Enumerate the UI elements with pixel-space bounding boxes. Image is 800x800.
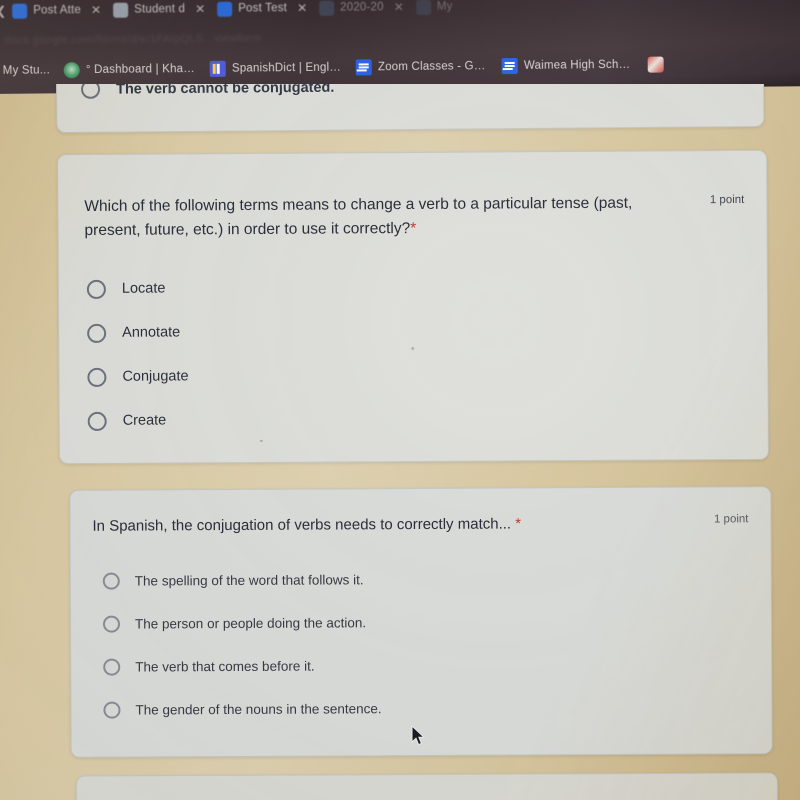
question-1-header: Which of the following terms means to ch… (58, 151, 767, 243)
question-2-points: 1 point (713, 513, 749, 526)
close-icon[interactable]: ✕ (195, 2, 205, 16)
option-row-annotate[interactable]: Annotate (87, 307, 767, 355)
tab-title: Student d (134, 3, 186, 16)
browser-tab[interactable]: Post Atte ✕ (6, 0, 107, 24)
option-label: Locate (121, 280, 166, 297)
radio-button-icon[interactable] (102, 572, 120, 590)
browser-tab[interactable]: Student d ✕ (107, 0, 211, 23)
option-label: Annotate (122, 324, 181, 341)
radio-button-icon[interactable] (87, 411, 107, 431)
question-1-options: Locate Annotate Conjugate Create (59, 239, 768, 443)
radio-button-icon[interactable] (103, 701, 121, 719)
option-row-verb-before[interactable]: The verb that comes before it. (103, 642, 771, 688)
question-card-1: Which of the following terms means to ch… (57, 149, 769, 465)
image-icon (217, 1, 233, 17)
bookmark-label: Zoom Classes - Go... (377, 60, 488, 74)
video-camera-icon (12, 3, 28, 19)
question-1-text: Which of the following terms means to ch… (84, 191, 684, 243)
bookmark-label: SpanishDict | Engli... (231, 61, 342, 75)
question-2-text: In Spanish, the conjugation of verbs nee… (92, 512, 521, 537)
browser-tab[interactable]: 2020-20 ✕ (313, 0, 410, 21)
radio-button-icon[interactable] (102, 615, 121, 633)
required-marker: * (515, 515, 522, 533)
question-2-header: In Spanish, the conjugation of verbs nee… (70, 487, 770, 538)
option-label: Conjugate (122, 368, 189, 385)
google-docs-icon (355, 59, 372, 76)
tab-title: 2020-20 (340, 1, 384, 14)
option-row-create[interactable]: Create (87, 395, 768, 443)
question-1-points: 1 point (709, 193, 745, 207)
question-1-prompt: Which of the following terms means to ch… (84, 194, 633, 240)
option-row-person[interactable]: The person or people doing the action. (102, 599, 771, 645)
bookmark-item-red-pen[interactable] (647, 56, 664, 73)
generic-icon (415, 0, 431, 15)
close-icon[interactable]: ✕ (297, 1, 307, 15)
bookmark-item-waimea-high-school[interactable]: Waimea High Scho... (501, 57, 634, 75)
option-label: The spelling of the word that follows it… (134, 572, 364, 589)
google-docs-icon (501, 57, 518, 75)
question-2-prompt: In Spanish, the conjugation of verbs nee… (92, 515, 512, 535)
option-label: The verb that comes before it. (135, 658, 315, 675)
option-label: Create (122, 412, 167, 429)
radio-button-icon[interactable] (86, 279, 106, 299)
khan-academy-icon (63, 62, 81, 79)
option-label: The person or people doing the action. (134, 615, 367, 632)
option-row-spelling[interactable]: The spelling of the word that follows it… (102, 556, 771, 602)
question-card-2: In Spanish, the conjugation of verbs nee… (69, 486, 773, 758)
question-card-previous: The verb cannot be conjugated. (55, 84, 765, 134)
option-row-locate[interactable]: Locate (86, 263, 767, 311)
photographed-screen: ❮ Post Atte ✕ Student d ✕ Post Test ✕ 20… (0, 0, 800, 800)
chart-icon (113, 2, 129, 18)
option-row-conjugate[interactable]: Conjugate (87, 351, 767, 399)
browser-tab[interactable]: Post Test ✕ (211, 0, 313, 22)
radio-button-icon[interactable] (87, 367, 107, 387)
question-card-3: of Spanish, the present tense? (not (75, 772, 779, 800)
browser-tab[interactable]: My (410, 0, 459, 20)
option-row-gender[interactable]: The gender of the nouns in the sentence. (103, 685, 771, 731)
bookmark-label: Waimea High Scho... (523, 58, 634, 72)
close-icon[interactable]: ✕ (91, 3, 101, 17)
bookmark-item[interactable]: ard - My Stu... (0, 64, 50, 77)
option-row[interactable]: The verb cannot be conjugated. (80, 84, 335, 99)
radio-button-icon[interactable] (87, 323, 107, 343)
tab-title: Post Atte (33, 4, 82, 17)
required-marker: * (410, 219, 417, 238)
question-3-text: of Spanish, the present tense? (not (77, 773, 777, 800)
radio-button-icon[interactable] (80, 84, 101, 99)
option-label: The verb cannot be conjugated. (115, 84, 335, 98)
bookmark-item-spanishdict[interactable]: SpanishDict | Engli... (209, 60, 342, 77)
tab-title: My (436, 0, 453, 13)
red-pen-icon (647, 56, 664, 73)
bookmarks-bar: ard - My Stu... ° Dashboard | Khan... Sp… (0, 48, 800, 86)
question-2-options: The spelling of the word that follows it… (71, 534, 772, 732)
spanishdict-icon (209, 60, 227, 77)
browser-chrome: ❮ Post Atte ✕ Student d ✕ Post Test ✕ 20… (0, 0, 800, 94)
address-bar-text: docs.google.com/forms/d/e/1FAIpQLS...vie… (4, 32, 262, 47)
close-icon[interactable]: ✕ (394, 0, 404, 14)
radio-button-icon[interactable] (103, 658, 121, 676)
tab-title: Post Test (238, 2, 288, 15)
bookmark-item-zoom-classes[interactable]: Zoom Classes - Go... (355, 58, 488, 76)
bookmark-label: ard - My Stu... (0, 64, 50, 77)
bookmark-label: ° Dashboard | Khan... (85, 63, 196, 77)
sheet-icon (319, 0, 335, 16)
google-form-body: The verb cannot be conjugated. Which of … (0, 84, 800, 800)
bookmark-item-khan-academy[interactable]: ° Dashboard | Khan... (63, 61, 196, 79)
option-label: The gender of the nouns in the sentence. (135, 701, 382, 718)
